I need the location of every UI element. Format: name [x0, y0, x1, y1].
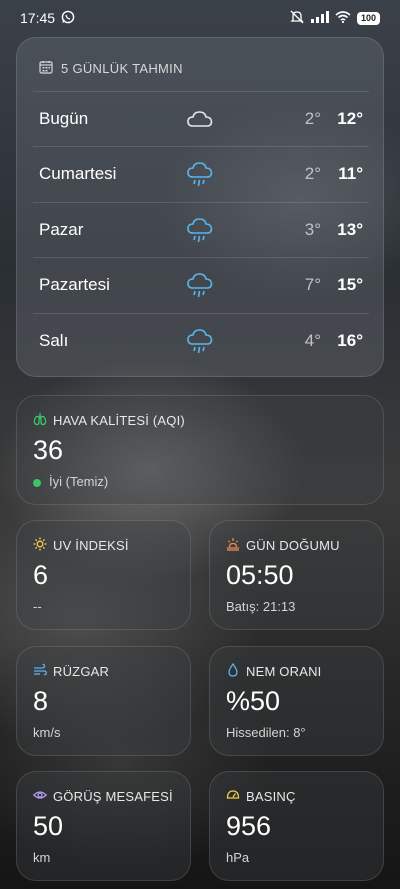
- aqi-status-dot: [33, 478, 41, 487]
- eye-icon: [32, 788, 48, 805]
- sunset-text: Batış: 21:13: [226, 599, 296, 614]
- signal-icon: [310, 10, 329, 26]
- forecast-high: 12°: [337, 108, 363, 128]
- whatsapp-icon: [61, 10, 75, 27]
- calendar-icon: [39, 60, 53, 77]
- droplet-icon: [226, 662, 240, 680]
- cloudy-icon: [185, 104, 215, 134]
- wind-icon: [33, 663, 47, 680]
- forecast-card: 5 GÜNLÜK TAHMIN Bugün 2° 12° Cumartesi 2…: [16, 37, 384, 377]
- forecast-header: 5 GÜNLÜK TAHMIN: [17, 38, 383, 77]
- forecast-row[interactable]: Salı 4° 16°: [17, 313, 385, 368]
- uv-value: 6: [33, 560, 49, 590]
- wifi-icon: [335, 10, 351, 26]
- forecast-low: 2°: [304, 163, 321, 183]
- forecast-row[interactable]: Pazartesi 7° 15°: [17, 257, 385, 312]
- forecast-title: 5 GÜNLÜK TAHMIN: [61, 61, 183, 76]
- pressure-label: BASINÇ: [246, 789, 296, 804]
- humidity-card[interactable]: NEM ORANI %50 Hissedilen: 8°: [209, 646, 384, 756]
- divider: [33, 91, 369, 92]
- sun-icon: [33, 537, 47, 554]
- forecast-day: Bugün: [39, 108, 89, 128]
- battery-icon: 100: [356, 11, 380, 25]
- pressure-value: 956: [226, 811, 272, 841]
- divider: [33, 202, 369, 203]
- wind-value: 8: [33, 686, 49, 716]
- pressure-label-row: BASINÇ: [226, 788, 367, 805]
- rain-icon: [185, 326, 215, 356]
- humidity-label-row: NEM ORANI: [226, 662, 367, 680]
- forecast-row[interactable]: Pazar 3° 13°: [17, 202, 385, 257]
- silent-icon: [289, 10, 305, 27]
- wind-label-row: RÜZGAR: [33, 663, 174, 680]
- uv-card[interactable]: UV İNDEKSİ 6 --: [16, 520, 191, 630]
- lungs-icon: [33, 412, 47, 429]
- forecast-high: 13°: [337, 219, 363, 239]
- visibility-label-row: GÖRÜŞ MESAFESİ: [32, 788, 174, 805]
- rain-icon: [185, 215, 215, 245]
- aqi-status: İyi (Temiz): [49, 474, 109, 489]
- forecast-high: 16°: [337, 330, 363, 350]
- wind-unit: km/s: [33, 725, 61, 740]
- visibility-value: 50: [33, 811, 64, 841]
- sunrise-icon: [226, 537, 240, 554]
- status-bar: 17:45 100: [0, 0, 400, 36]
- visibility-unit: km: [33, 850, 51, 865]
- aqi-label-row: HAVA KALİTESİ (AQI): [33, 412, 367, 429]
- forecast-low: 3°: [304, 219, 321, 239]
- visibility-label: GÖRÜŞ MESAFESİ: [53, 789, 173, 804]
- forecast-day: Pazartesi: [39, 274, 110, 294]
- divider: [33, 313, 369, 314]
- forecast-day: Pazar: [39, 219, 84, 239]
- divider: [33, 146, 369, 147]
- aqi-label: HAVA KALİTESİ (AQI): [53, 413, 185, 428]
- forecast-row[interactable]: Bugün 2° 12°: [17, 91, 385, 146]
- rain-icon: [185, 270, 215, 300]
- feels-like-text: Hissedilen: 8°: [226, 725, 306, 740]
- visibility-card[interactable]: GÖRÜŞ MESAFESİ 50 km: [16, 771, 191, 881]
- aqi-status-row: İyi (Temiz): [33, 474, 367, 489]
- pressure-card[interactable]: BASINÇ 956 hPa: [209, 771, 384, 881]
- rain-icon: [185, 159, 215, 189]
- humidity-value: %50: [226, 686, 281, 716]
- forecast-low: 2°: [304, 108, 321, 128]
- sunrise-label-row: GÜN DOĞUMU: [226, 537, 367, 554]
- forecast-low: 7°: [304, 274, 321, 294]
- forecast-low: 4°: [304, 330, 321, 350]
- wind-label: RÜZGAR: [53, 664, 110, 679]
- divider: [33, 257, 369, 258]
- pressure-unit: hPa: [226, 850, 250, 865]
- aqi-value: 36: [33, 435, 64, 465]
- sunrise-value: 05:50: [226, 560, 294, 590]
- forecast-day: Salı: [39, 330, 69, 350]
- aqi-card[interactable]: HAVA KALİTESİ (AQI) 36 İyi (Temiz): [16, 395, 384, 505]
- forecast-row[interactable]: Cumartesi 2° 11°: [17, 146, 385, 201]
- wind-card[interactable]: RÜZGAR 8 km/s: [16, 646, 191, 756]
- forecast-high: 15°: [337, 274, 363, 294]
- uv-label-row: UV İNDEKSİ: [33, 537, 174, 554]
- uv-sub: --: [33, 599, 42, 614]
- humidity-label: NEM ORANI: [246, 664, 322, 679]
- forecast-day: Cumartesi: [39, 163, 117, 183]
- sunrise-label: GÜN DOĞUMU: [246, 538, 340, 553]
- forecast-high: 11°: [338, 163, 363, 183]
- sunrise-card[interactable]: GÜN DOĞUMU 05:50 Batış: 21:13: [209, 520, 384, 630]
- status-time: 17:45: [20, 10, 56, 26]
- uv-label: UV İNDEKSİ: [53, 538, 129, 553]
- gauge-icon: [226, 788, 240, 805]
